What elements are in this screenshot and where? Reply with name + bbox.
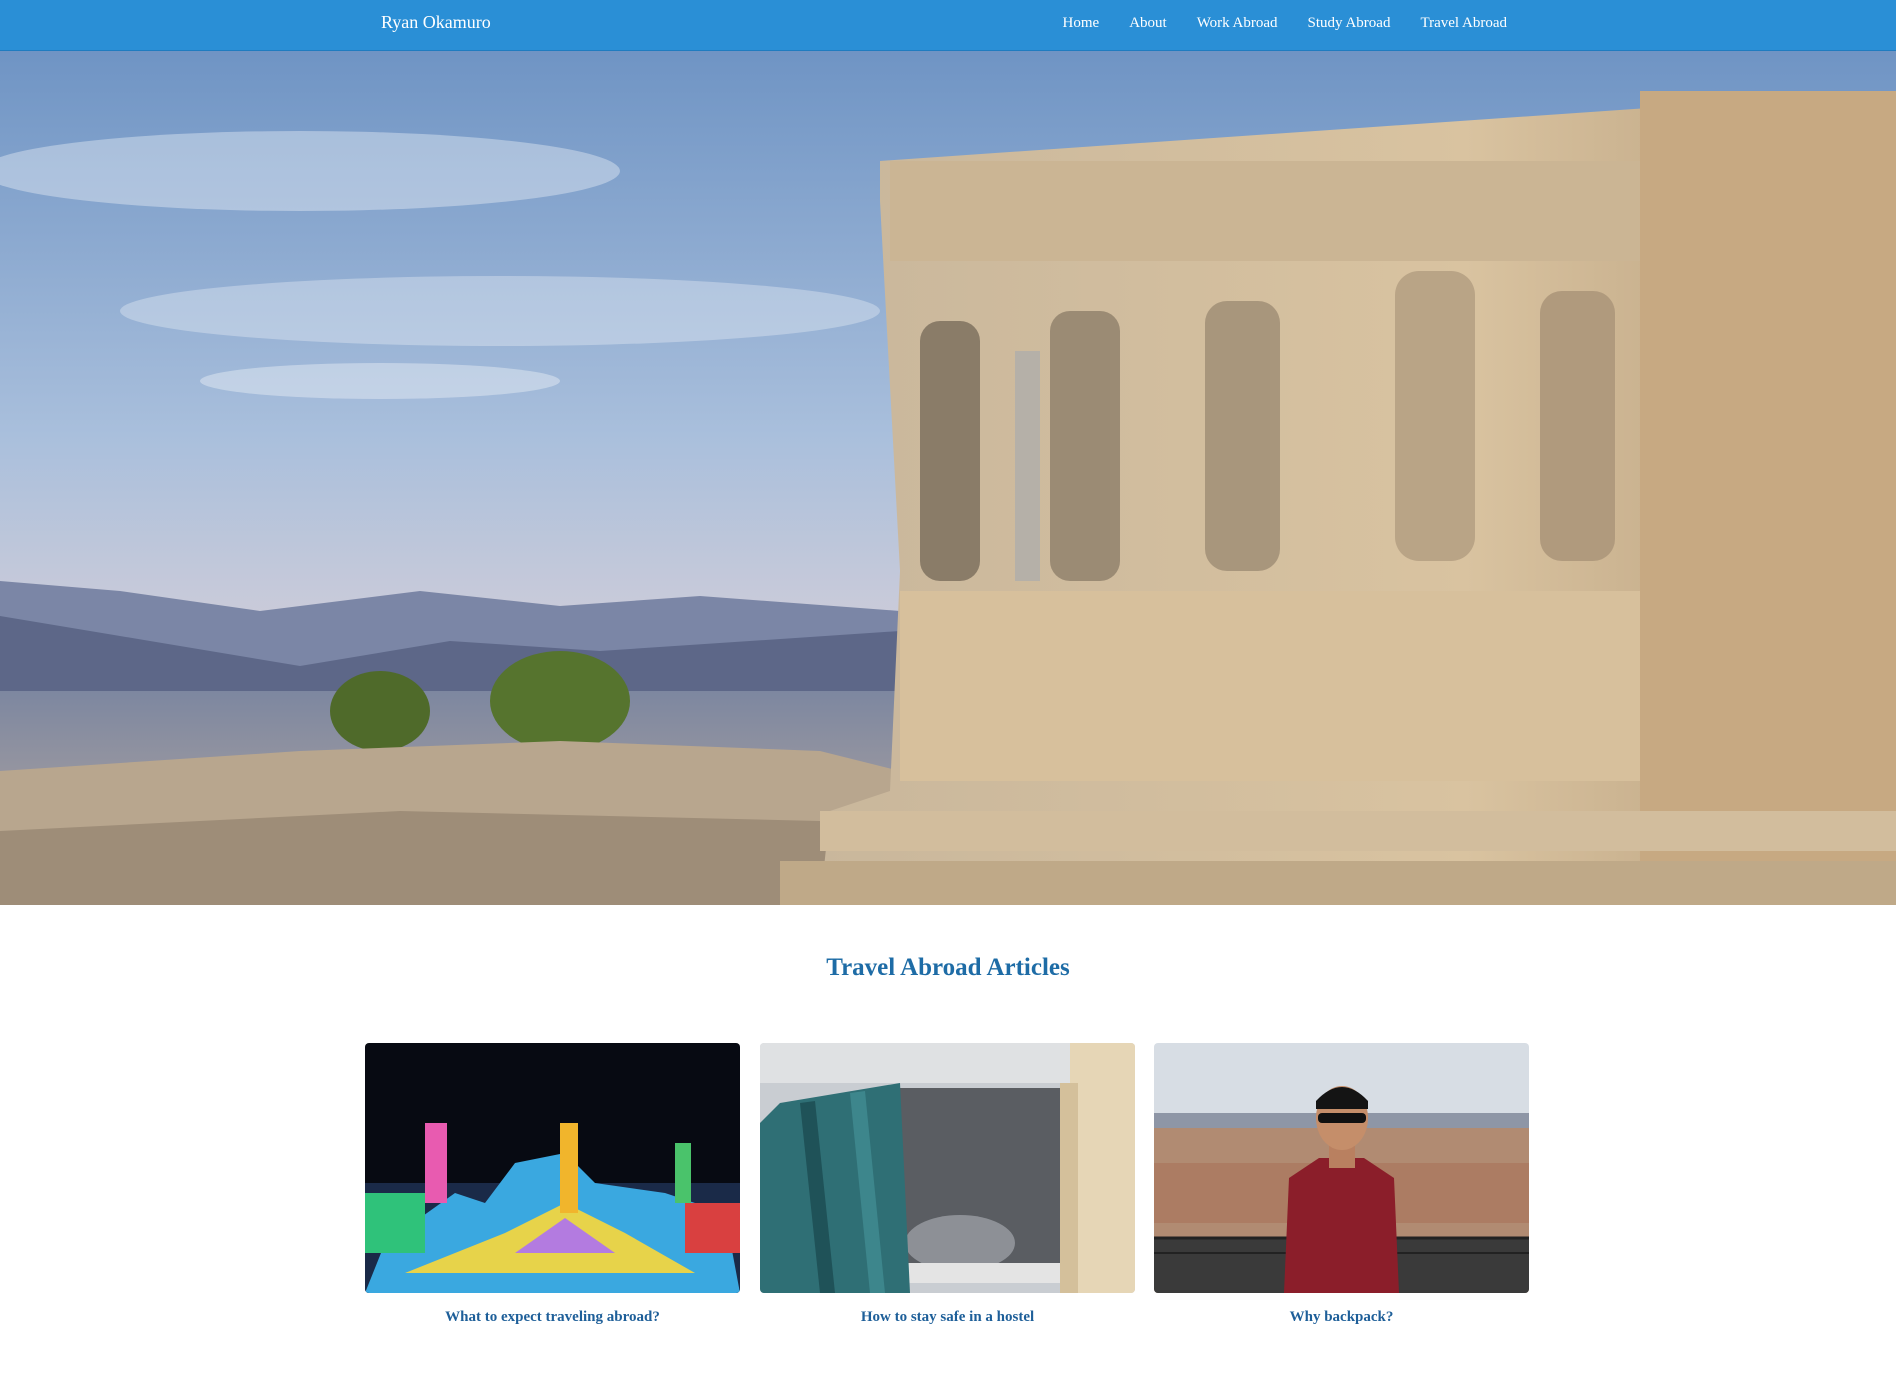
nav-link-work-abroad[interactable]: Work Abroad — [1197, 15, 1278, 32]
nav-link-about[interactable]: About — [1129, 15, 1167, 32]
nav-link-travel-abroad[interactable]: Travel Abroad — [1420, 15, 1507, 32]
article-caption[interactable]: What to expect traveling abroad? — [365, 1309, 740, 1326]
article-caption[interactable]: Why backpack? — [1154, 1309, 1529, 1326]
article-image-hostel[interactable] — [760, 1043, 1135, 1293]
nav-link-home[interactable]: Home — [1063, 15, 1100, 32]
article-image-ice-festival[interactable] — [365, 1043, 740, 1293]
brand-link[interactable]: Ryan Okamuro — [381, 12, 491, 33]
article-image-backpack[interactable] — [1154, 1043, 1529, 1293]
article-caption[interactable]: How to stay safe in a hostel — [760, 1309, 1135, 1326]
nav-links: Home About Work Abroad Study Abroad Trav… — [1033, 15, 1507, 32]
section-title: Travel Abroad Articles — [826, 954, 1070, 981]
article-card: How to stay safe in a hostel — [760, 1043, 1135, 1326]
nav-link-study-abroad[interactable]: Study Abroad — [1308, 15, 1391, 32]
top-navbar: Ryan Okamuro Home About Work Abroad Stud… — [0, 0, 1896, 51]
article-card: What to expect traveling abroad? — [365, 1043, 740, 1326]
article-card: Why backpack? — [1154, 1043, 1529, 1326]
hero-image — [0, 51, 1896, 905]
